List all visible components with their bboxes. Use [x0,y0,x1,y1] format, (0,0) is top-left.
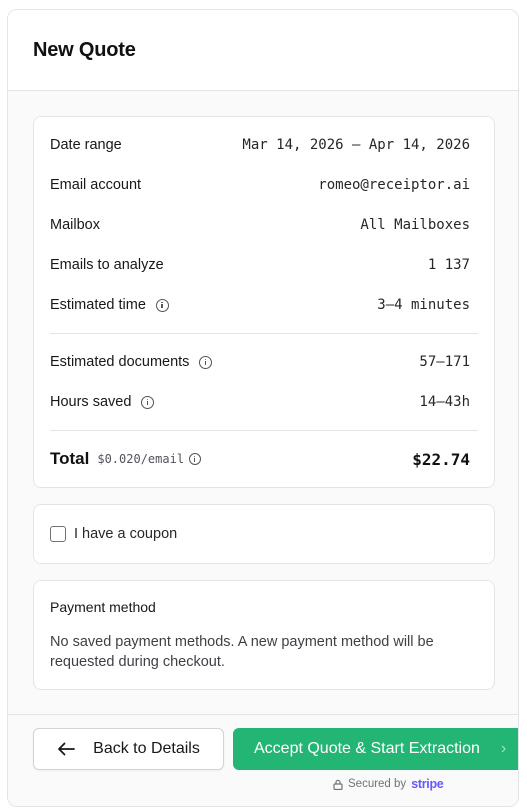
row-label-group: Hours saved [50,394,155,410]
quote-summary-card: Date range Mar 14, 2026 – Apr 14, 2026 E… [33,116,495,488]
payment-method-notice: No saved payment methods. A new payment … [50,634,434,670]
summary-row-date-range: Date range Mar 14, 2026 – Apr 14, 2026 [50,135,470,155]
secured-by-stripe: Secured by stripe [333,777,444,791]
accept-quote-button[interactable]: Accept Quote & Start Extraction › [233,728,518,770]
row-value: romeo@receiptor.ai [318,177,470,193]
summary-divider [50,430,478,431]
summary-row-mailbox: Mailbox All Mailboxes [50,215,470,235]
row-label: Hours saved [50,394,132,410]
summary-row-estimated-documents: Estimated documents 57–171 [50,352,470,372]
total-value: $22.74 [412,449,470,469]
dialog-header: New Quote [8,10,518,91]
price-per-email: $0.020/email [97,452,185,466]
coupon-card[interactable]: I have a coupon [33,504,495,564]
row-value: 3–4 minutes [377,297,470,313]
lock-icon [333,779,343,790]
stripe-logo: stripe [411,777,444,791]
back-to-details-button[interactable]: Back to Details [33,728,224,770]
summary-row-emails-to-analyze: Emails to analyze 1 137 [50,255,470,275]
info-icon[interactable] [199,355,213,369]
arrow-left-icon [58,742,76,756]
row-value: 14–43h [419,394,470,410]
total-label: Total [50,449,90,468]
summary-row-total: Total $0.020/email $22.74 [50,449,470,469]
info-icon[interactable] [141,395,155,409]
payment-method-title: Payment method [50,599,156,615]
row-value: All Mailboxes [360,217,470,233]
total-label-group: Total $0.020/email [50,449,202,469]
row-label: Date range [50,137,122,153]
row-label: Estimated time [50,297,146,313]
summary-divider [50,333,478,334]
new-quote-dialog: New Quote Date range Mar 14, 2026 – Apr … [7,9,519,807]
coupon-checkbox[interactable] [50,526,66,542]
accept-button-label: Accept Quote & Start Extraction [254,740,480,757]
summary-row-email-account: Email account romeo@receiptor.ai [50,175,470,195]
summary-row-estimated-time: Estimated time 3–4 minutes [50,295,470,315]
payment-method-card: Payment method No saved payment methods.… [33,580,495,690]
row-value: 1 137 [427,257,470,273]
row-value: 57–171 [419,354,470,370]
summary-row-hours-saved: Hours saved 14–43h [50,392,470,412]
row-label: Email account [50,177,142,193]
dialog-title: New Quote [33,38,136,61]
secured-text: Secured by [348,778,407,790]
coupon-label[interactable]: I have a coupon [74,526,177,542]
info-icon[interactable] [155,298,169,312]
info-icon[interactable] [189,453,202,465]
back-button-label: Back to Details [93,740,200,757]
row-label: Emails to analyze [50,257,164,273]
chevron-right-icon: › [500,740,507,757]
dialog-footer: Back to Details Accept Quote & Start Ext… [8,714,518,806]
row-label: Estimated documents [50,354,190,370]
row-label: Mailbox [50,217,100,233]
row-label-group: Estimated time [50,297,169,313]
row-label-group: Estimated documents [50,354,213,370]
row-value: Mar 14, 2026 – Apr 14, 2026 [242,137,470,153]
